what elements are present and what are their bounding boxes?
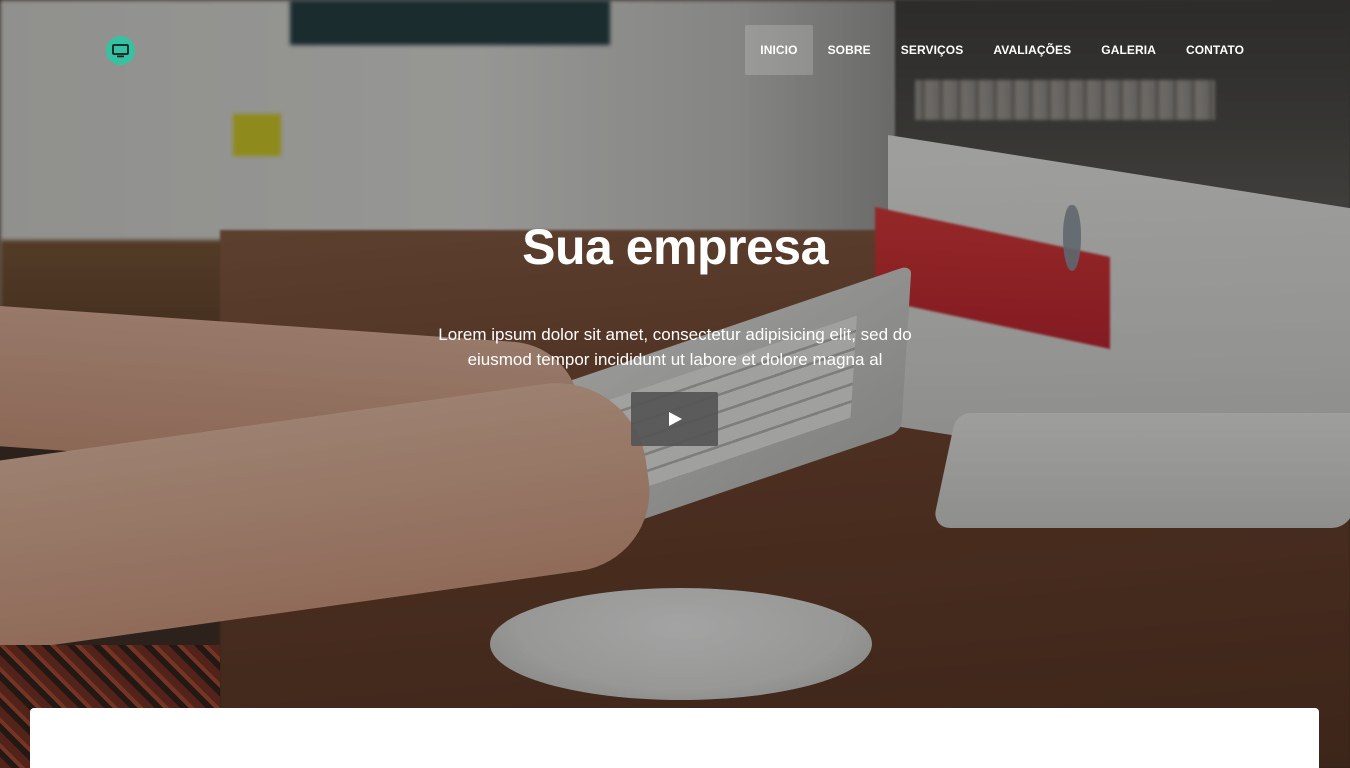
nav-item-inicio[interactable]: INICIO bbox=[745, 25, 813, 75]
hero-title: Sua empresa bbox=[522, 219, 828, 275]
hero-section: INICIO SOBRE SERVIÇOS AVALIAÇÕES GALERIA… bbox=[0, 0, 1350, 768]
nav-item-avaliacoes[interactable]: AVALIAÇÕES bbox=[978, 25, 1086, 75]
logo[interactable] bbox=[106, 36, 135, 65]
content-card bbox=[30, 708, 1319, 768]
play-video-button[interactable] bbox=[631, 392, 718, 446]
navbar: INICIO SOBRE SERVIÇOS AVALIAÇÕES GALERIA… bbox=[0, 0, 1350, 100]
hero-description: Lorem ipsum dolor sit amet, consectetur … bbox=[438, 325, 912, 369]
nav-item-servicos[interactable]: SERVIÇOS bbox=[886, 25, 979, 75]
nav-item-sobre[interactable]: SOBRE bbox=[813, 25, 886, 75]
monitor-icon bbox=[112, 43, 129, 57]
nav-item-contato[interactable]: CONTATO bbox=[1171, 25, 1259, 75]
nav-item-galeria[interactable]: GALERIA bbox=[1086, 25, 1171, 75]
hero-background-image bbox=[0, 0, 1350, 768]
play-icon bbox=[668, 412, 682, 426]
main-nav: INICIO SOBRE SERVIÇOS AVALIAÇÕES GALERIA… bbox=[745, 25, 1259, 75]
